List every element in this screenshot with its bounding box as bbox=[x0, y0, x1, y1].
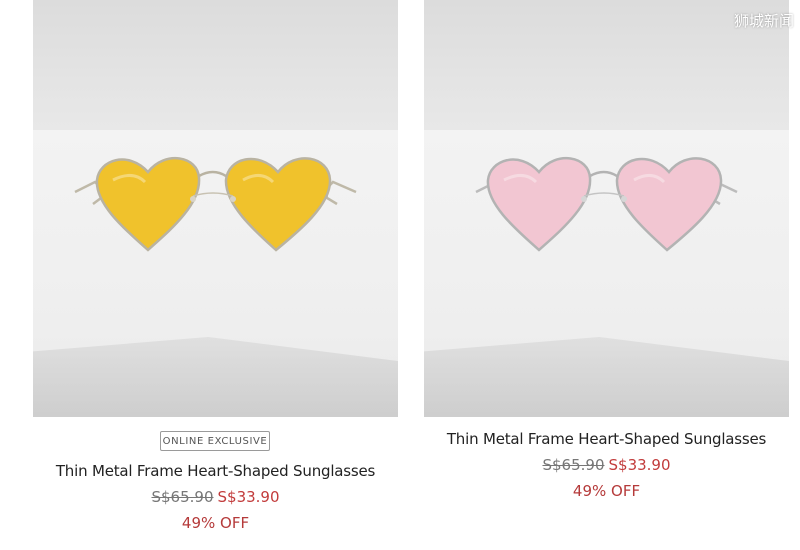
product-card-yellow[interactable]: ONLINE EXCLUSIVE Thin Metal Frame Heart-… bbox=[33, 0, 398, 532]
online-exclusive-badge: ONLINE EXCLUSIVE bbox=[160, 431, 270, 451]
product-title[interactable]: Thin Metal Frame Heart-Shaped Sunglasses bbox=[33, 462, 398, 480]
price-row: S$65.90 S$33.90 bbox=[33, 488, 398, 506]
product-card-pink[interactable]: Thin Metal Frame Heart-Shaped Sunglasses… bbox=[424, 0, 789, 500]
sale-price: S$33.90 bbox=[217, 488, 280, 506]
sale-price: S$33.90 bbox=[608, 456, 671, 474]
original-price: S$65.90 bbox=[542, 456, 605, 474]
price-row: S$65.90 S$33.90 bbox=[424, 456, 789, 474]
product-title[interactable]: Thin Metal Frame Heart-Shaped Sunglasses bbox=[424, 430, 789, 448]
heart-sunglasses-pink bbox=[475, 157, 738, 252]
discount-label: 49% OFF bbox=[181, 514, 250, 532]
original-price: S$65.90 bbox=[151, 488, 214, 506]
heart-sunglasses-yellow bbox=[74, 157, 357, 252]
discount-label: 49% OFF bbox=[572, 482, 641, 500]
product-image[interactable] bbox=[424, 0, 789, 417]
watermark: 狮城新闻 bbox=[733, 12, 794, 30]
product-image[interactable] bbox=[33, 0, 398, 417]
